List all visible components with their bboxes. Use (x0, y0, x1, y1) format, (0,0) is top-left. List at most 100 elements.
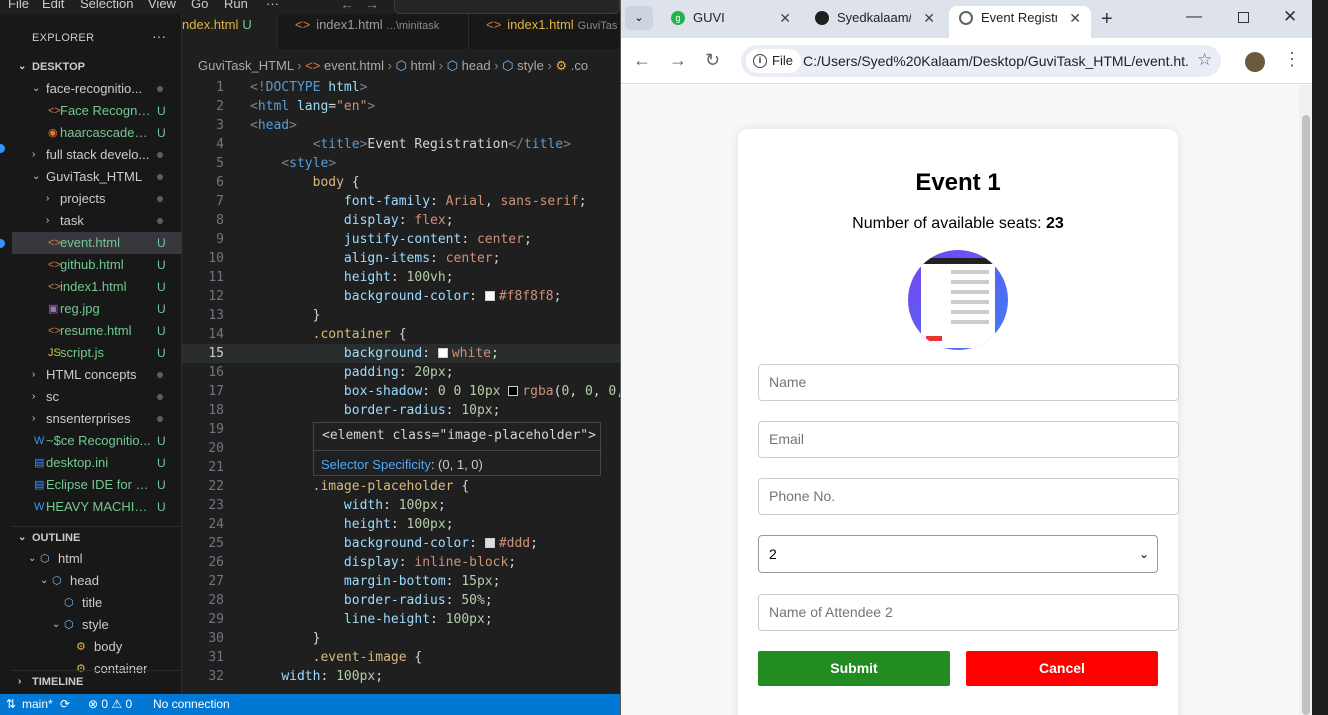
code-line: 10 align-items: center; (182, 249, 620, 268)
menu-kebab-icon[interactable]: ⋮ (1283, 49, 1301, 69)
tab-event-html[interactable]: ndex.html U (182, 14, 278, 49)
close-tab-icon[interactable]: ✕ (923, 6, 935, 30)
code-text: background: white; (343, 346, 499, 361)
url-text[interactable]: C:/Users/Syed%20Kalaam/Desktop/GuviTask_… (803, 45, 1188, 77)
bookmark-star-icon[interactable]: ☆ (1197, 50, 1212, 70)
name-input[interactable]: Name (758, 364, 1179, 401)
line-number: 9 (216, 232, 224, 247)
attendee2-input[interactable]: Name of Attendee 2 (758, 594, 1179, 631)
tab-index1-minitask[interactable]: <> index1.html ...\minitask (279, 14, 469, 49)
tree-item[interactable]: <> Face Recogniti... U (12, 100, 182, 122)
menu-file[interactable]: File (8, 0, 29, 11)
tree-item[interactable]: › full stack develo... (12, 144, 182, 166)
menu-go[interactable]: Go (191, 0, 208, 11)
back-icon[interactable]: ← (633, 50, 651, 71)
back-arrow-icon[interactable]: ← (340, 0, 354, 12)
maximize-icon[interactable] (1238, 12, 1249, 23)
breadcrumb-item[interactable]: event.html (324, 58, 384, 73)
tree-item[interactable]: <> event.html U (12, 232, 182, 254)
code-line: 8 display: flex; (182, 211, 620, 230)
untracked-badge: U (157, 500, 166, 514)
vscode-window: File Edit Selection View Go Run ··· ← → … (0, 0, 620, 715)
menu-selection[interactable]: Selection (80, 0, 133, 11)
menu-more[interactable]: ··· (266, 0, 279, 11)
profile-avatar[interactable] (1245, 52, 1265, 72)
tree-item[interactable]: › task (12, 210, 182, 232)
word-icon: W (34, 435, 45, 447)
line-number: 4 (216, 137, 224, 152)
outline-item[interactable]: ⚙ body (12, 636, 182, 658)
phone-input[interactable]: Phone No. (758, 478, 1179, 515)
browser-tab-event[interactable]: Event Registra ✕ (949, 6, 1091, 38)
outline-item[interactable]: ⬡ title (12, 592, 182, 614)
code-text: } (250, 631, 321, 646)
outline-item[interactable]: ⌄ ⬡ head (12, 570, 182, 592)
tree-item[interactable]: › sc (12, 386, 182, 408)
tree-item[interactable]: <> resume.html U (12, 320, 182, 342)
desktop-edge (1312, 0, 1328, 715)
close-tab-icon[interactable]: ✕ (779, 6, 791, 30)
remote-icon[interactable]: ⇅ (6, 694, 16, 715)
tree-item[interactable]: ▤ desktop.ini U (12, 452, 182, 474)
breadcrumb-item[interactable]: head (462, 58, 491, 73)
forward-icon[interactable]: → (669, 50, 687, 71)
tree-item[interactable]: ◉ haarcascade_fr... U (12, 122, 182, 144)
new-tab-button[interactable]: + (1101, 8, 1113, 31)
problems-indicator[interactable]: ⊗ 0 ⚠ 0 (88, 694, 132, 715)
branch-label[interactable]: main* (22, 694, 53, 715)
section-outline[interactable]: ⌄ OUTLINE (12, 526, 182, 548)
tree-item[interactable]: JS script.js U (12, 342, 182, 364)
site-info-chip[interactable]: i File (746, 49, 801, 73)
browser-tab-guvi[interactable]: g GUVI ✕ (661, 6, 801, 38)
code-editor[interactable]: 1 <!DOCTYPE html> 2 <html lang="en"> 3 <head>… (182, 78, 620, 694)
tab-search-icon[interactable]: ⌄ (625, 6, 653, 30)
breadcrumb-item[interactable]: .co (571, 58, 588, 73)
tree-item[interactable]: <> index1.html U (12, 276, 182, 298)
attendees-select[interactable]: 2 ⌄ (758, 535, 1158, 573)
tree-item[interactable]: › projects (12, 188, 182, 210)
event-title: Event 1 (915, 169, 1001, 196)
sync-icon[interactable]: ⟳ (60, 694, 70, 715)
line-number: 2 (216, 99, 224, 114)
section-desktop[interactable]: ⌄ DESKTOP (12, 56, 182, 78)
address-bar[interactable]: i File C:/Users/Syed%20Kalaam/Desktop/Guv… (741, 45, 1221, 77)
tree-item[interactable]: › HTML concepts (12, 364, 182, 386)
browser-tab-github[interactable]: Syedkalaam/e ✕ (805, 6, 945, 38)
outline-item[interactable]: ⌄ ⬡ html (12, 548, 182, 570)
tree-item[interactable]: ⌄ face-recognitio... (12, 78, 182, 100)
section-timeline[interactable]: › TIMELINE (12, 670, 182, 692)
connection-status[interactable]: No connection (153, 694, 230, 715)
tree-item[interactable]: W ~$ce Recognitio... U (12, 430, 182, 452)
outline-item[interactable]: ⌄ ⬡ style (12, 614, 182, 636)
minimize-icon[interactable]: — (1186, 8, 1202, 26)
close-window-icon[interactable]: ✕ (1283, 7, 1297, 27)
cube-icon: ⬡ (64, 597, 74, 609)
forward-arrow-icon[interactable]: → (365, 0, 379, 12)
tab-index1-guvitask[interactable]: <> index1.html GuviTas (470, 14, 620, 49)
tree-item[interactable]: ⌄ GuviTask_HTML (12, 166, 182, 188)
command-center[interactable] (394, 0, 620, 14)
tree-item[interactable]: W HEAVY MACHIN... U (12, 496, 182, 518)
untracked-badge: U (157, 478, 166, 492)
submit-button[interactable]: Submit (758, 651, 950, 686)
page-scrollbar[interactable] (1299, 85, 1313, 715)
explorer-more-icon[interactable]: ··· (152, 28, 166, 44)
tree-item[interactable]: ▣ reg.jpg U (12, 298, 182, 320)
breadcrumb-item[interactable]: html (411, 58, 436, 73)
reload-icon[interactable]: ↻ (705, 50, 720, 71)
status-dot (157, 174, 163, 180)
close-tab-icon[interactable]: ✕ (1069, 6, 1081, 30)
scroll-thumb[interactable] (1302, 115, 1310, 715)
breadcrumb-item[interactable]: GuviTask_HTML (198, 58, 294, 73)
email-input[interactable]: Email (758, 421, 1179, 458)
menu-view[interactable]: View (148, 0, 176, 11)
tree-item[interactable]: ▤ Eclipse IDE for E... U (12, 474, 182, 496)
tree-item[interactable]: <> github.html U (12, 254, 182, 276)
breadcrumb-item[interactable]: style (517, 58, 544, 73)
status-dot (157, 86, 163, 92)
tree-item[interactable]: › snsenterprises (12, 408, 182, 430)
cancel-button[interactable]: Cancel (966, 651, 1158, 686)
specificity-link[interactable]: Selector Specificity (321, 457, 431, 472)
menu-edit[interactable]: Edit (42, 0, 64, 11)
menu-run[interactable]: Run (224, 0, 248, 11)
